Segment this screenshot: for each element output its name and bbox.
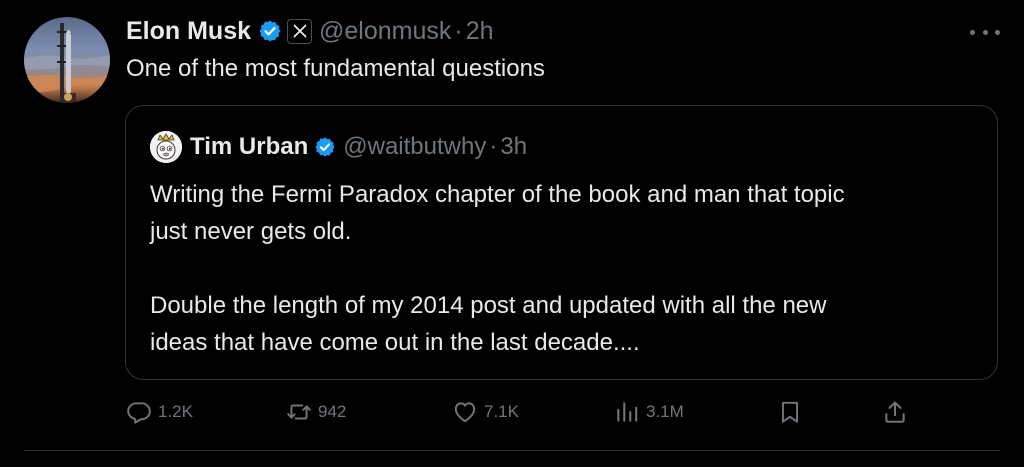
reply-icon xyxy=(127,402,151,424)
heart-icon xyxy=(454,402,476,423)
quoted-tweet-header: Tim Urban @waitbutwhy · 3h xyxy=(190,130,527,164)
quoted-paragraph: Writing the Fermi Paradox chapter of the… xyxy=(150,181,845,245)
author-name[interactable]: Elon Musk xyxy=(126,17,251,46)
quoted-tweet-body: Writing the Fermi Paradox chapter of the… xyxy=(150,176,980,361)
repost-count: 942 xyxy=(318,402,347,421)
views-count: 3.1M xyxy=(646,402,684,421)
reply-count: 1.2K xyxy=(158,402,193,421)
quoted-author-name[interactable]: Tim Urban xyxy=(190,133,308,161)
more-icon[interactable] xyxy=(970,22,1000,42)
quoted-paragraph: Double the length of my 2014 post and up… xyxy=(150,292,827,356)
repost-button[interactable]: 942 xyxy=(286,396,346,428)
share-button[interactable] xyxy=(882,396,908,428)
repost-icon xyxy=(287,404,311,420)
starship-tower-image xyxy=(24,23,110,103)
bookmark-icon xyxy=(781,401,799,423)
tweet-divider xyxy=(24,450,1000,451)
verified-badge-icon[interactable] xyxy=(314,136,336,158)
like-button[interactable]: 7.1K xyxy=(452,396,519,428)
quoted-timestamp[interactable]: 3h xyxy=(500,133,527,161)
tweet-header: Elon Musk @elonmusk · 2h xyxy=(126,13,494,49)
separator-dot: · xyxy=(489,133,498,160)
views-button[interactable]: 3.1M xyxy=(614,396,684,428)
cartoon-avatar-image xyxy=(150,131,182,163)
quoted-author-handle[interactable]: @waitbutwhy xyxy=(343,133,486,161)
author-handle[interactable]: @elonmusk xyxy=(319,17,451,46)
action-bar: 1.2K 942 7.1K 3.1M xyxy=(126,396,912,428)
x-logo-icon[interactable] xyxy=(287,18,313,44)
reply-button[interactable]: 1.2K xyxy=(126,396,193,428)
author-avatar[interactable] xyxy=(24,17,110,103)
verified-badge-icon[interactable] xyxy=(258,19,282,43)
tweet-text: One of the most fundamental questions xyxy=(126,55,545,82)
bookmark-button[interactable] xyxy=(777,396,803,428)
quoted-tweet[interactable]: Tim Urban @waitbutwhy · 3h Writing the F… xyxy=(125,105,998,380)
views-icon xyxy=(617,402,638,422)
quoted-author-avatar[interactable] xyxy=(150,131,182,163)
tweet[interactable]: Elon Musk @elonmusk · 2h One of the most… xyxy=(0,0,1024,467)
tweet-timestamp[interactable]: 2h xyxy=(466,17,494,46)
like-count: 7.1K xyxy=(484,402,519,421)
separator-dot: · xyxy=(454,16,463,45)
share-icon xyxy=(885,401,905,423)
